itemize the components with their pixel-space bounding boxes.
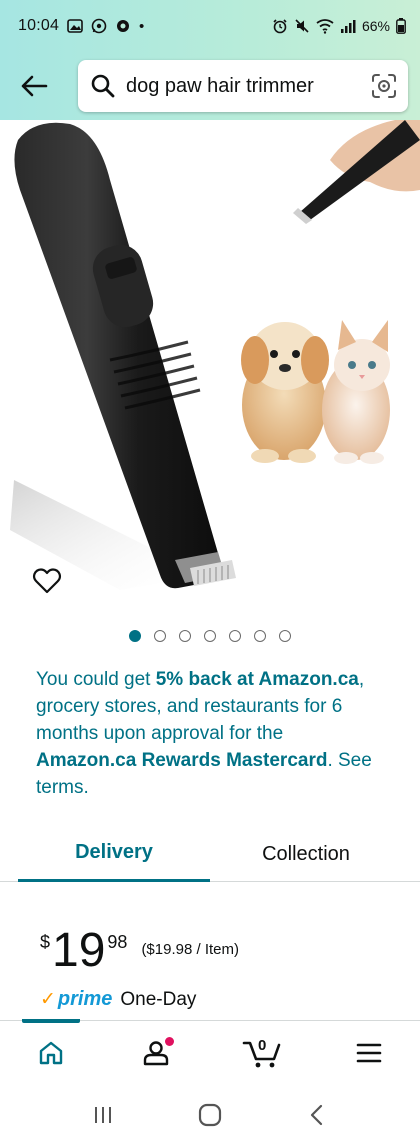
back-arrow-icon: [21, 75, 48, 97]
search-icon: [91, 74, 115, 98]
carousel-dot[interactable]: [229, 630, 241, 642]
prime-shipping-speed: One-Day: [120, 988, 197, 1010]
promo-text-1: You could get: [36, 669, 156, 690]
account-notification-dot: [165, 1037, 174, 1046]
price-whole: 19: [52, 924, 106, 977]
cart-count: 0: [258, 1037, 267, 1054]
battery-percent: 66%: [361, 18, 390, 34]
nav-active-indicator: [22, 1019, 80, 1023]
gallery-notification-icon: [67, 19, 83, 33]
camera-scan-icon[interactable]: [370, 72, 398, 100]
status-time: 10:04: [18, 17, 60, 34]
nav-cart[interactable]: 0: [240, 1031, 284, 1075]
price-currency-symbol: $: [40, 932, 51, 952]
prime-logo: prime: [57, 988, 113, 1010]
home-system-button[interactable]: [190, 1095, 230, 1135]
nav-home[interactable]: [29, 1031, 73, 1075]
promo-highlight-card: Amazon.ca Rewards Mastercard: [36, 750, 328, 771]
chevron-left-icon: [310, 1104, 322, 1125]
recent-apps-button[interactable]: [83, 1095, 123, 1135]
nav-menu[interactable]: [347, 1031, 391, 1075]
heart-icon: [32, 568, 62, 594]
signal-icon: [340, 19, 356, 33]
product-image[interactable]: [0, 120, 420, 620]
recent-apps-icon: [95, 1106, 112, 1123]
price-fraction: 98: [107, 932, 128, 952]
battery-icon: [396, 18, 406, 34]
bottom-navigation: 0: [0, 1019, 420, 1084]
carousel-dot[interactable]: [204, 630, 216, 642]
fulfillment-tabs: Delivery Collection: [0, 826, 420, 882]
home-circle-icon: [198, 1103, 222, 1126]
menu-icon: [356, 1043, 382, 1063]
carousel-dot[interactable]: [254, 630, 266, 642]
back-button[interactable]: [14, 66, 54, 106]
price-per-unit: ($19.98 / Item): [141, 941, 239, 958]
wifi-icon: [316, 18, 334, 34]
alarm-icon: [272, 18, 288, 34]
prime-check-icon: ✓: [40, 989, 56, 1010]
nav-account[interactable]: [134, 1031, 178, 1075]
rewards-promo[interactable]: You could get 5% back at Amazon.ca, groc…: [36, 666, 386, 801]
promo-highlight-cashback: 5% back at Amazon.ca: [155, 669, 359, 690]
wishlist-button[interactable]: [32, 566, 62, 596]
carousel-dot[interactable]: [129, 630, 141, 642]
home-icon: [39, 1041, 63, 1065]
carousel-dot[interactable]: [154, 630, 166, 642]
carousel-dot[interactable]: [279, 630, 291, 642]
app-notification-icon: [115, 18, 131, 34]
carousel-dot[interactable]: [179, 630, 191, 642]
mute-icon: [294, 18, 310, 34]
search-query: dog paw hair trimmer: [126, 74, 314, 97]
status-right: 66%: [272, 18, 406, 34]
tab-delivery[interactable]: Delivery: [18, 826, 210, 882]
prime-badge: ✓ prime One-Day: [40, 988, 196, 1011]
status-bar: 10:04 • 66%: [0, 0, 420, 52]
tab-collection[interactable]: Collection: [210, 826, 402, 882]
system-navigation-bar: [0, 1084, 420, 1145]
image-carousel-indicator: [0, 630, 420, 642]
status-left: 10:04 •: [18, 17, 144, 35]
whatsapp-notification-icon: [91, 18, 107, 34]
product-photo: [10, 120, 420, 590]
back-system-button[interactable]: [297, 1095, 337, 1135]
search-input[interactable]: dog paw hair trimmer: [78, 60, 408, 112]
price: $ 19 98 ($19.98 / Item): [40, 926, 239, 976]
status-more-dot: •: [139, 17, 145, 35]
search-header: dog paw hair trimmer: [0, 52, 420, 120]
